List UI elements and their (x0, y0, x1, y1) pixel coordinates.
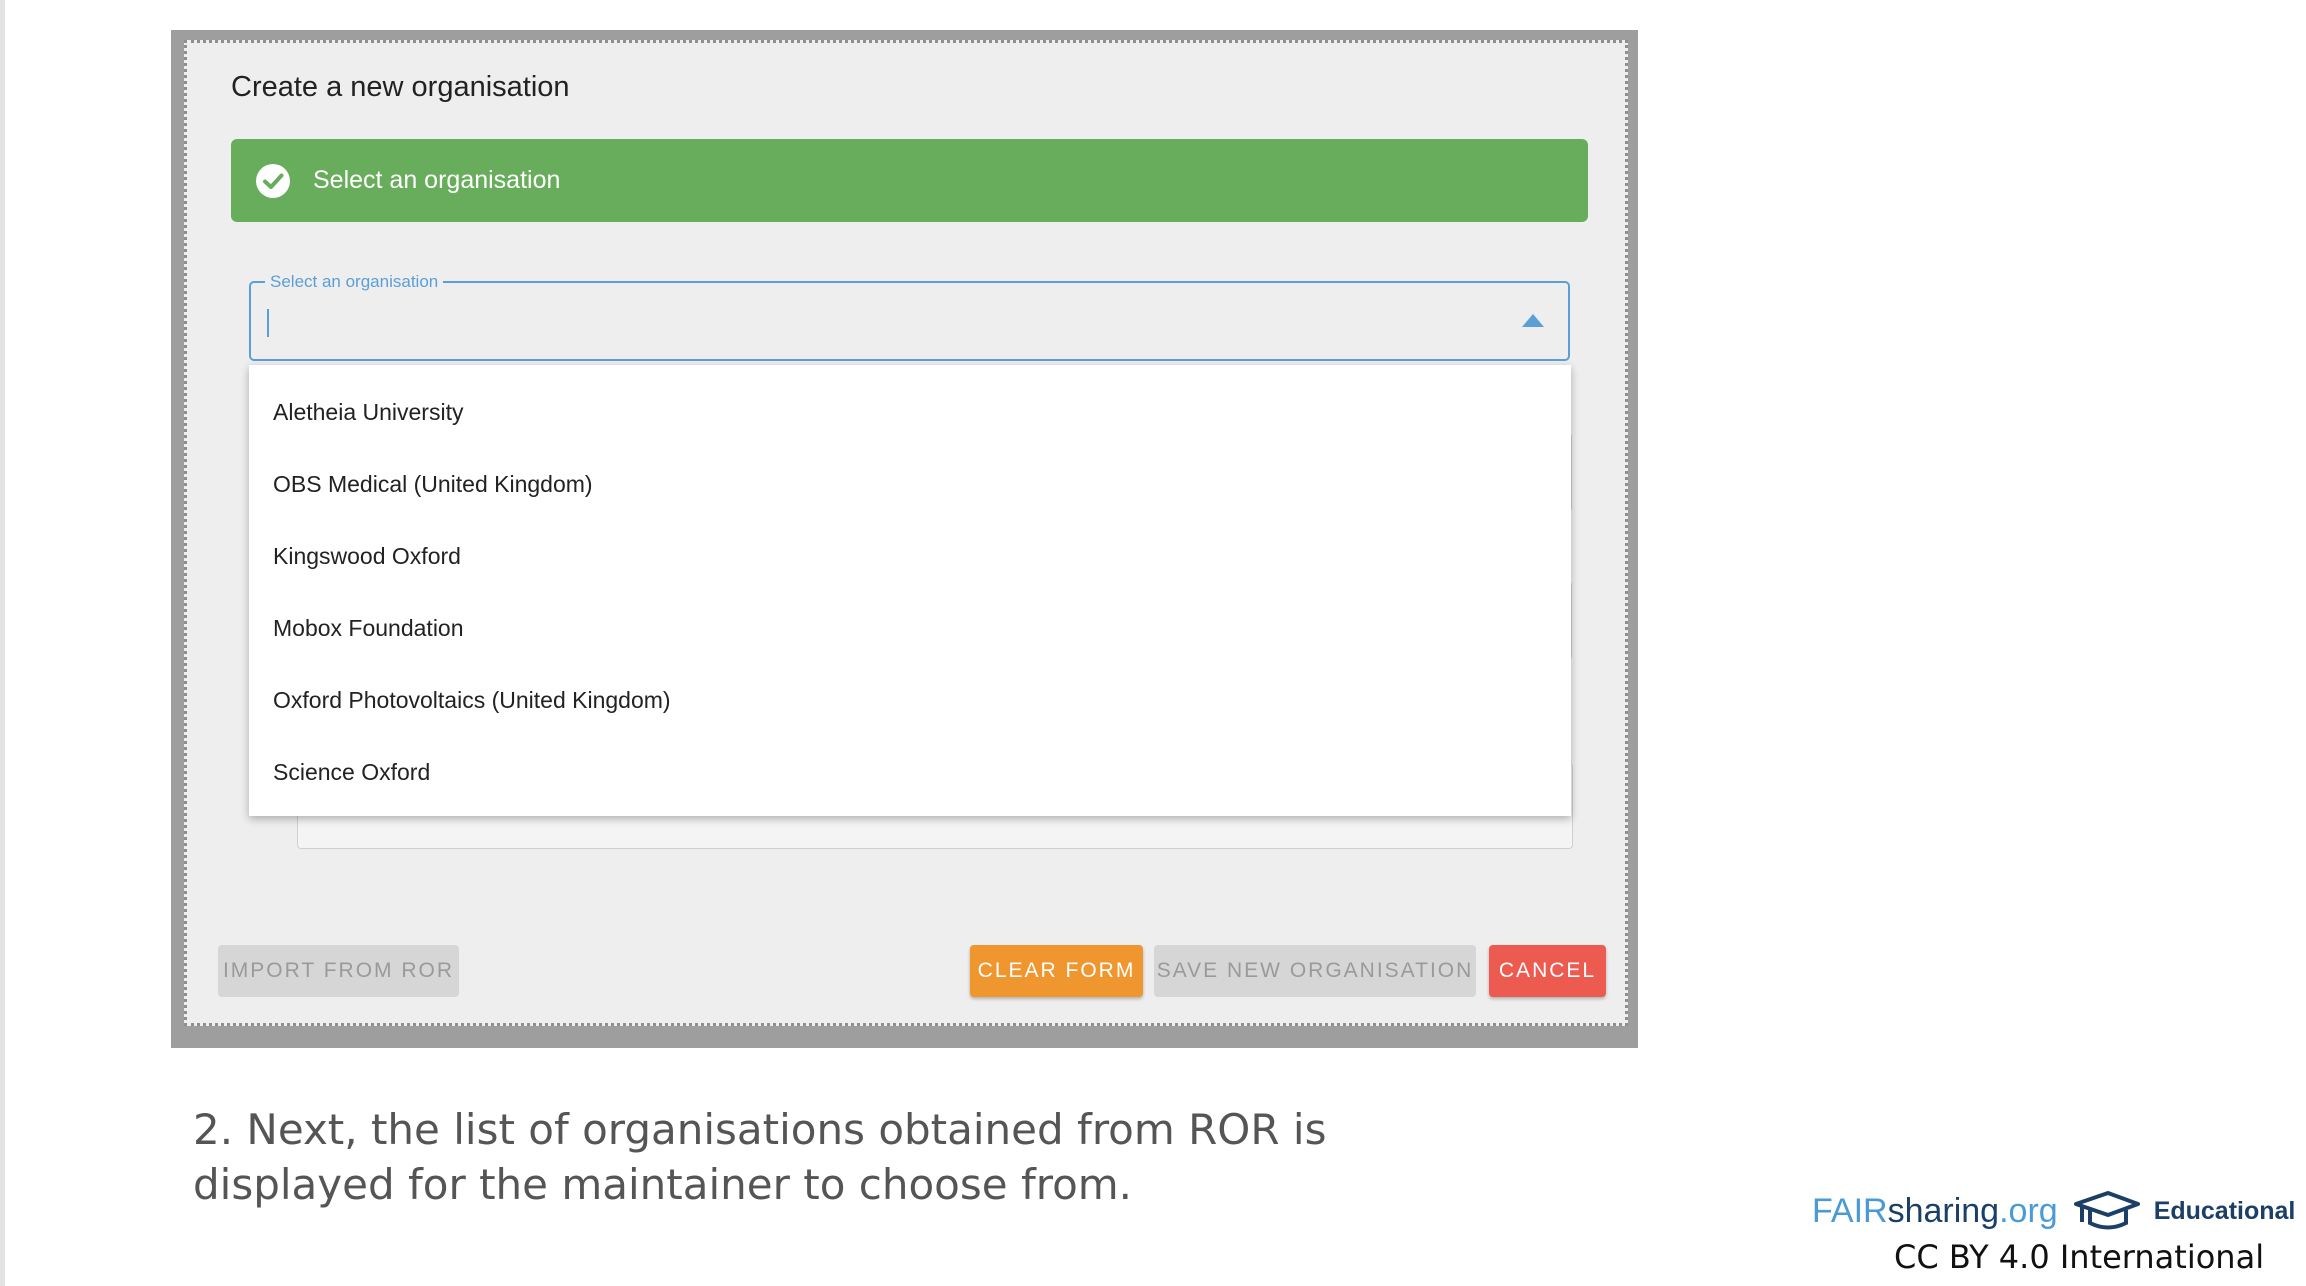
import-from-ror-button[interactable]: IMPORT FROM ROR (218, 945, 459, 997)
arrow-up-icon[interactable] (1522, 313, 1544, 327)
create-organisation-dialog: Create a new organisation Select an orga… (184, 40, 1628, 1026)
brand-org: .org (1999, 1191, 2058, 1230)
select-label: Select an organisation (265, 272, 444, 292)
save-new-organisation-button[interactable]: SAVE NEW ORGANISATION (1154, 945, 1476, 997)
brand-tag: Educational (2153, 1196, 2296, 1225)
caption-text: 2. Next, the list of organisations obtai… (193, 1105, 1327, 1209)
brand-logo: FAIR sharing .org Educational (1812, 1190, 2295, 1232)
left-border (0, 0, 5, 1286)
dialog-title: Create a new organisation (231, 71, 570, 103)
organisation-select[interactable]: Select an organisation (249, 272, 1570, 361)
brand-sharing: sharing (1887, 1191, 2000, 1230)
list-item[interactable]: Science Oxford (273, 759, 430, 786)
license-text: CC BY 4.0 International (1894, 1238, 2265, 1276)
list-item[interactable]: Oxford Photovoltaics (United Kingdom) (273, 687, 671, 714)
status-banner: Select an organisation (231, 139, 1588, 222)
clear-form-button[interactable]: CLEAR FORM (970, 945, 1143, 997)
list-item[interactable]: OBS Medical (United Kingdom) (273, 471, 593, 498)
list-item[interactable]: Aletheia University (273, 399, 463, 426)
list-item[interactable]: Kingswood Oxford (273, 543, 461, 570)
brand-fair: FAIR (1812, 1191, 1888, 1230)
cancel-button[interactable]: CANCEL (1489, 945, 1606, 997)
list-item[interactable]: Mobox Foundation (273, 615, 464, 642)
status-message: Select an organisation (313, 166, 561, 194)
organisation-dropdown-list: Aletheia University OBS Medical (United … (249, 365, 1571, 816)
check-circle-icon (256, 163, 290, 198)
graduation-cap-icon (2073, 1191, 2140, 1230)
text-caret (267, 309, 269, 337)
